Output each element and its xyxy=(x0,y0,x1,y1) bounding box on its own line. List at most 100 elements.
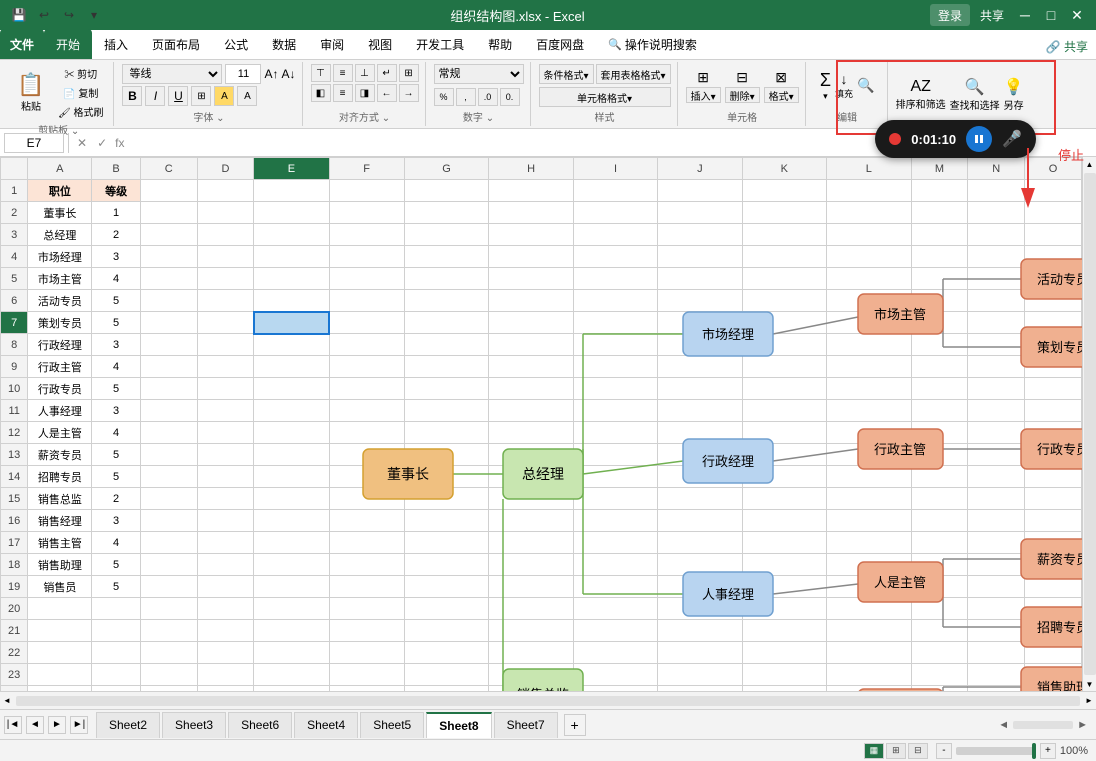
cell-F18[interactable] xyxy=(329,554,404,576)
cell-N10[interactable] xyxy=(968,378,1025,400)
cell-B12[interactable]: 4 xyxy=(92,422,140,444)
cell-I13[interactable] xyxy=(573,444,657,466)
col-header-B[interactable]: B xyxy=(92,158,140,180)
row-header-14[interactable]: 14 xyxy=(1,466,28,488)
cell-C8[interactable] xyxy=(140,334,197,356)
cell-M8[interactable] xyxy=(911,334,968,356)
cell-D24[interactable] xyxy=(197,686,254,692)
cell-M12[interactable] xyxy=(911,422,968,444)
row-header-7[interactable]: 7 xyxy=(1,312,28,334)
cell-N13[interactable] xyxy=(968,444,1025,466)
cell-F15[interactable] xyxy=(329,488,404,510)
cell-D4[interactable] xyxy=(197,246,254,268)
cell-E5[interactable] xyxy=(254,268,329,290)
cell-F6[interactable] xyxy=(329,290,404,312)
cell-C1[interactable] xyxy=(140,180,197,202)
first-sheet-button[interactable]: |◄ xyxy=(4,716,22,734)
cell-O18[interactable] xyxy=(1025,554,1082,576)
cell-C6[interactable] xyxy=(140,290,197,312)
cell-I10[interactable] xyxy=(573,378,657,400)
cell-L10[interactable] xyxy=(827,378,911,400)
tab-view[interactable]: 视图 xyxy=(356,29,404,59)
cell-E1[interactable] xyxy=(254,180,329,202)
font-size-input[interactable] xyxy=(225,64,261,84)
cell-N6[interactable] xyxy=(968,290,1025,312)
share-button[interactable]: 共享 xyxy=(974,4,1010,26)
login-button[interactable]: 登录 xyxy=(930,4,970,26)
cell-A7[interactable]: 策划专员 xyxy=(28,312,92,334)
align-center-button[interactable]: ≡ xyxy=(333,84,353,102)
cell-B23[interactable] xyxy=(92,664,140,686)
cell-I8[interactable] xyxy=(573,334,657,356)
cell-G16[interactable] xyxy=(404,510,489,532)
decrease-decimal-button[interactable]: 0. xyxy=(500,88,520,106)
cell-G13[interactable] xyxy=(404,444,489,466)
cell-A19[interactable]: 销售员 xyxy=(28,576,92,598)
cell-G9[interactable] xyxy=(404,356,489,378)
cell-L12[interactable] xyxy=(827,422,911,444)
cell-N7[interactable] xyxy=(968,312,1025,334)
cell-N8[interactable] xyxy=(968,334,1025,356)
cell-A12[interactable]: 人是主管 xyxy=(28,422,92,444)
cell-L3[interactable] xyxy=(827,224,911,246)
cell-O20[interactable] xyxy=(1025,598,1082,620)
number-format-select[interactable]: 常规 xyxy=(434,64,524,84)
cell-A14[interactable]: 招聘专员 xyxy=(28,466,92,488)
cell-E10[interactable] xyxy=(254,378,329,400)
cell-A23[interactable] xyxy=(28,664,92,686)
cell-D6[interactable] xyxy=(197,290,254,312)
font-color-button[interactable]: A xyxy=(237,86,257,106)
page-layout-button[interactable]: ⊞ xyxy=(886,743,906,759)
cell-M24[interactable] xyxy=(911,686,968,692)
col-header-H[interactable]: H xyxy=(489,158,574,180)
row-header-19[interactable]: 19 xyxy=(1,576,28,598)
row-header-16[interactable]: 16 xyxy=(1,510,28,532)
col-header-C[interactable]: C xyxy=(140,158,197,180)
cell-N21[interactable] xyxy=(968,620,1025,642)
cell-J2[interactable] xyxy=(658,202,742,224)
cell-D16[interactable] xyxy=(197,510,254,532)
cell-J22[interactable] xyxy=(658,642,742,664)
cell-D17[interactable] xyxy=(197,532,254,554)
cell-C14[interactable] xyxy=(140,466,197,488)
cell-K20[interactable] xyxy=(742,598,827,620)
scroll-thumb[interactable] xyxy=(1084,173,1096,675)
cell-B19[interactable]: 5 xyxy=(92,576,140,598)
cell-C4[interactable] xyxy=(140,246,197,268)
cell-H21[interactable] xyxy=(489,620,574,642)
cell-C7[interactable] xyxy=(140,312,197,334)
copy-button[interactable]: 📄 复制 xyxy=(54,83,107,101)
cell-N23[interactable] xyxy=(968,664,1025,686)
cell-N22[interactable] xyxy=(968,642,1025,664)
row-header-4[interactable]: 4 xyxy=(1,246,28,268)
cell-A6[interactable]: 活动专员 xyxy=(28,290,92,312)
italic-button[interactable]: I xyxy=(145,86,165,106)
merge-button[interactable]: ⊞ xyxy=(399,64,419,82)
cell-O21[interactable] xyxy=(1025,620,1082,642)
cell-O15[interactable] xyxy=(1025,488,1082,510)
cell-D15[interactable] xyxy=(197,488,254,510)
cell-G14[interactable] xyxy=(404,466,489,488)
pause-button[interactable] xyxy=(966,126,992,152)
cell-G17[interactable] xyxy=(404,532,489,554)
cell-M10[interactable] xyxy=(911,378,968,400)
cell-H23[interactable] xyxy=(489,664,574,686)
cell-J4[interactable] xyxy=(658,246,742,268)
cell-K10[interactable] xyxy=(742,378,827,400)
cell-O13[interactable] xyxy=(1025,444,1082,466)
col-header-M[interactable]: M xyxy=(911,158,968,180)
cell-H8[interactable] xyxy=(489,334,574,356)
font-name-select[interactable]: 等线 xyxy=(122,64,222,84)
minimize-button[interactable]: ─ xyxy=(1014,4,1036,26)
cell-M14[interactable] xyxy=(911,466,968,488)
cell-G11[interactable] xyxy=(404,400,489,422)
cell-B5[interactable]: 4 xyxy=(92,268,140,290)
cell-D18[interactable] xyxy=(197,554,254,576)
conditional-format-button[interactable]: 条件格式▾ xyxy=(539,64,594,84)
align-right-button[interactable]: ◨ xyxy=(355,84,375,102)
cell-D13[interactable] xyxy=(197,444,254,466)
cell-I21[interactable] xyxy=(573,620,657,642)
cell-G23[interactable] xyxy=(404,664,489,686)
cell-L6[interactable] xyxy=(827,290,911,312)
cell-D9[interactable] xyxy=(197,356,254,378)
